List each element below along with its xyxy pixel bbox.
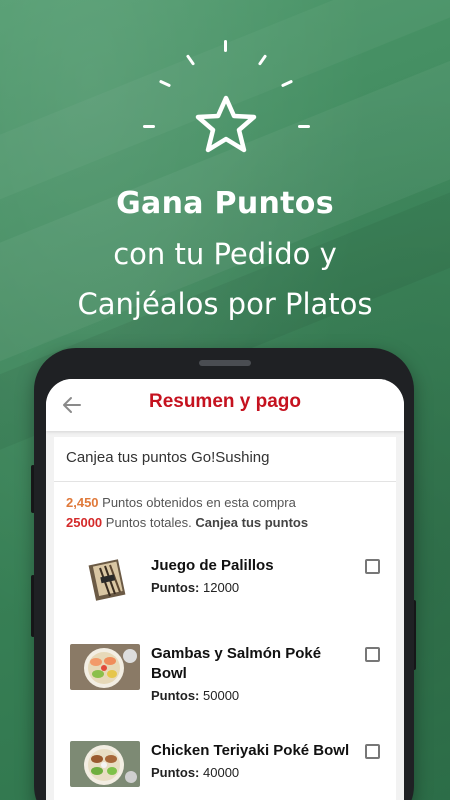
- promo-subline-2: Canjéalos por Platos: [77, 287, 373, 321]
- section-title: Canjea tus puntos Go!Sushing: [54, 437, 396, 482]
- points-total-row: 25000 Puntos totales. Canjea tus puntos: [66, 513, 308, 533]
- points-earned-row: 2,450 Puntos obtenidos en esta compra: [66, 493, 308, 513]
- redeem-points-card: Canjea tus puntos Go!Sushing 2,450 Punto…: [54, 437, 396, 800]
- item-points: Puntos: 12000: [151, 578, 351, 598]
- points-prefix: Puntos:: [151, 688, 200, 703]
- app-bar: Resumen y pago: [46, 379, 404, 431]
- screen-title: Resumen y pago: [148, 391, 302, 412]
- phone-speaker: [199, 360, 251, 366]
- redeem-points-link[interactable]: Canjea tus puntos: [195, 515, 308, 530]
- list-item[interactable]: Gambas y Salmón Poké Bowl Puntos: 50000: [54, 644, 396, 740]
- list-item[interactable]: Chicken Teriyaki Poké Bowl Puntos: 40000: [54, 741, 396, 800]
- promo-headline: Gana Puntos: [116, 186, 334, 221]
- points-prefix: Puntos:: [151, 765, 200, 780]
- item-checkbox[interactable]: [365, 744, 380, 759]
- points-earned-label: Puntos obtenidos en esta compra: [98, 495, 296, 510]
- item-details: Juego de Palillos Puntos: 12000: [151, 556, 351, 598]
- list-item[interactable]: Juego de Palillos Puntos: 12000: [54, 556, 396, 652]
- item-details: Chicken Teriyaki Poké Bowl Puntos: 40000: [151, 741, 351, 783]
- item-points: Puntos: 40000: [151, 763, 351, 783]
- points-total-label: Puntos totales.: [102, 515, 196, 530]
- star-icon: [195, 95, 257, 153]
- points-summary: 2,450 Puntos obtenidos en esta compra 25…: [66, 493, 308, 533]
- item-points: Puntos: 50000: [151, 686, 351, 706]
- item-name: Gambas y Salmón Poké Bowl: [151, 645, 322, 682]
- item-points-value: 50000: [199, 688, 240, 703]
- points-total-value: 25000: [66, 515, 103, 530]
- points-prefix: Puntos:: [151, 580, 200, 595]
- item-checkbox[interactable]: [365, 647, 380, 662]
- item-details: Gambas y Salmón Poké Bowl Puntos: 50000: [151, 644, 351, 706]
- phone-screen: Resumen y pago Canjea tus puntos Go!Sush…: [46, 379, 404, 800]
- star-burst-icon: [141, 36, 311, 156]
- poke-bowl-image: [70, 741, 140, 787]
- item-name: Chicken Teriyaki Poké Bowl: [151, 742, 350, 759]
- chopsticks-image: [70, 556, 140, 602]
- item-name: Juego de Palillos: [151, 557, 274, 574]
- item-points-value: 40000: [199, 765, 240, 780]
- item-checkbox[interactable]: [365, 559, 380, 574]
- points-earned-value: 2,450: [66, 495, 99, 510]
- promo-subline-1: con tu Pedido y: [113, 237, 337, 271]
- poke-bowl-image: [70, 644, 140, 690]
- item-points-value: 12000: [199, 580, 240, 595]
